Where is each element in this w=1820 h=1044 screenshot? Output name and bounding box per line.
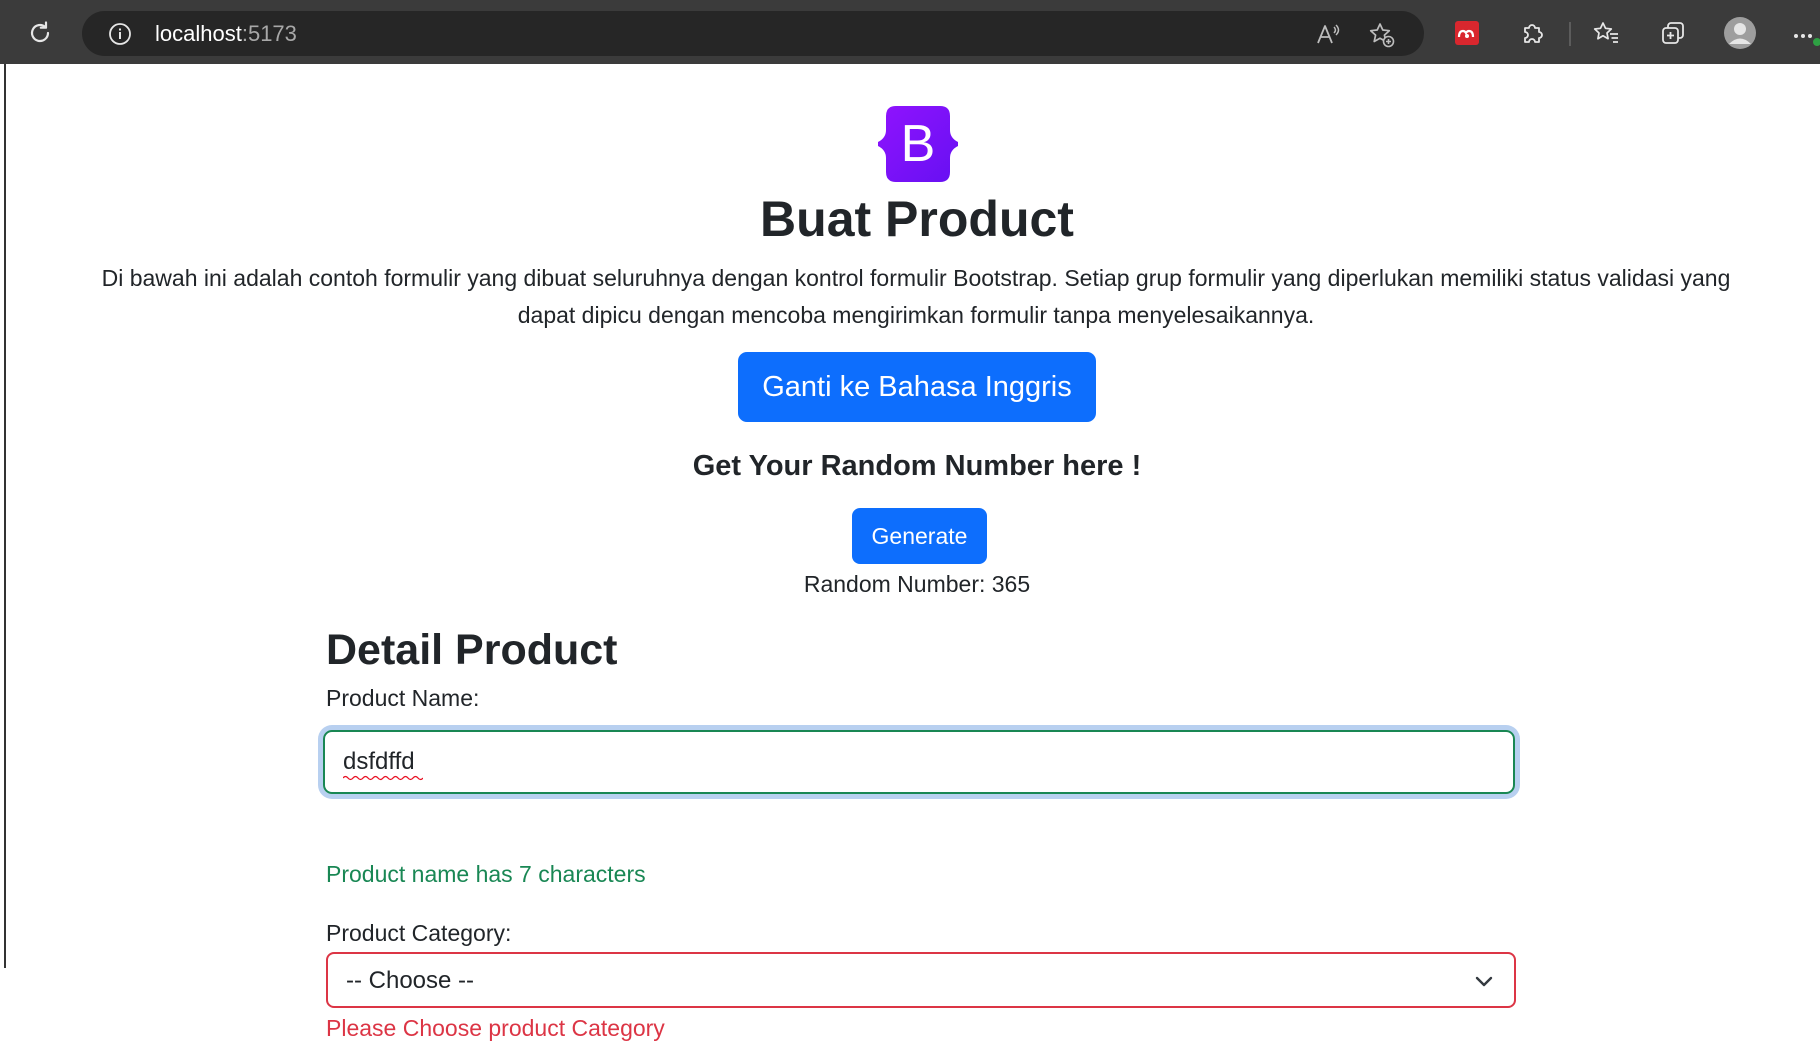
- chevron-down-icon: [1475, 976, 1493, 987]
- url-text[interactable]: localhost:5173: [155, 22, 297, 46]
- address-bar[interactable]: localhost:5173: [82, 11, 1424, 56]
- product-category-feedback: Please Choose product Category: [326, 1015, 665, 1041]
- product-name-feedback: Product name has 7 characters: [326, 861, 646, 887]
- product-name-field: [323, 730, 1515, 794]
- read-aloud-icon[interactable]: [1314, 21, 1342, 49]
- mendeley-extension-icon[interactable]: [1450, 16, 1484, 50]
- product-name-input[interactable]: [323, 730, 1515, 794]
- extensions-puzzle-icon[interactable]: [1516, 16, 1550, 50]
- more-menu-icon[interactable]: [1790, 16, 1820, 50]
- page-title: Buat Product: [760, 191, 1074, 247]
- toolbar-divider: [1569, 22, 1571, 46]
- collections-icon[interactable]: [1656, 16, 1690, 50]
- logo-letter: B: [901, 115, 936, 173]
- bootstrap-logo: B: [870, 106, 966, 182]
- switch-language-button[interactable]: Ganti ke Bahasa Inggris: [738, 352, 1096, 422]
- browser-toolbar: localhost:5173: [0, 0, 1820, 64]
- page-description: Di bawah ini adalah contoh formulir yang…: [101, 265, 1731, 328]
- favorites-icon[interactable]: [1589, 16, 1623, 50]
- spellcheck-underline: [343, 775, 423, 781]
- info-icon[interactable]: [108, 22, 132, 46]
- reload-icon[interactable]: [24, 17, 56, 49]
- page-content: B Buat Product Di bawah ini adalah conto…: [4, 64, 1820, 1041]
- random-number-heading: Get Your Random Number here !: [692, 450, 1142, 482]
- product-name-label: Product Name:: [326, 685, 480, 711]
- product-category-label: Product Category:: [326, 920, 512, 946]
- random-number-result: Random Number: 365: [803, 571, 1031, 597]
- profile-avatar-icon[interactable]: [1723, 16, 1757, 50]
- product-category-select[interactable]: -- Choose --: [326, 952, 1516, 1008]
- url-host: localhost: [155, 21, 242, 46]
- url-port: :5173: [241, 21, 297, 46]
- product-category-value: -- Choose --: [346, 967, 475, 994]
- section-title: Detail Product: [326, 626, 618, 674]
- generate-button[interactable]: Generate: [852, 508, 987, 564]
- add-favorite-icon[interactable]: [1368, 21, 1396, 49]
